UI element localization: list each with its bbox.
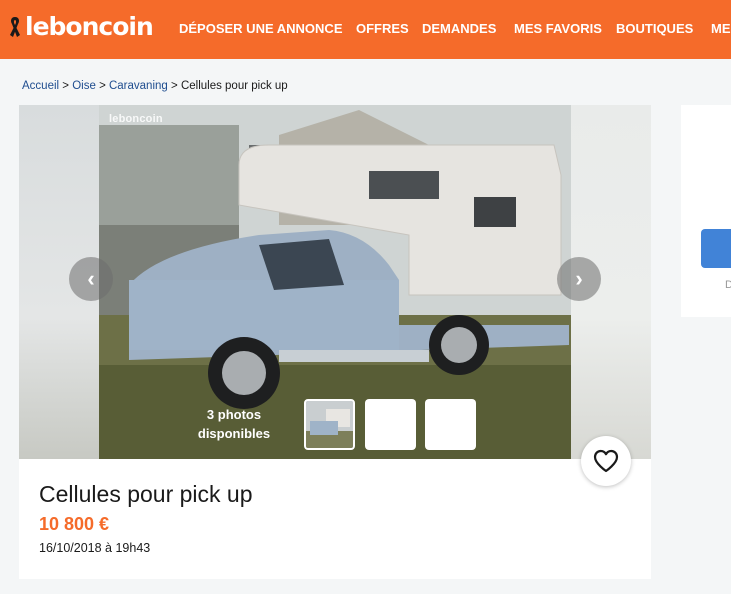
logo-text: leboncoin xyxy=(25,12,154,41)
leboncoin-logo[interactable]: leboncoin xyxy=(8,12,154,41)
chevron-right-icon: › xyxy=(575,266,583,291)
breadcrumb: Accueil > Oise > Caravaning > Cellules p… xyxy=(22,80,288,92)
breadcrumb-oise[interactable]: Oise xyxy=(72,80,96,92)
breadcrumb-separator: > xyxy=(99,80,106,92)
photo-watermark: leboncoin xyxy=(109,113,163,125)
nav-demandes[interactable]: DEMANDES xyxy=(422,21,496,36)
nav-boutiques[interactable]: BOUTIQUES xyxy=(616,21,693,36)
chevron-left-icon: ‹ xyxy=(87,266,95,291)
ad-date: 16/10/2018 à 19h43 xyxy=(39,541,151,555)
top-header: leboncoin DÉPOSER UNE ANNONCE OFFRES DEM… xyxy=(0,0,731,59)
nav-offres[interactable]: OFFRES xyxy=(356,21,409,36)
ad-price: 10 800 € xyxy=(39,514,110,534)
thumbnail-3[interactable] xyxy=(425,399,476,450)
sidebar-text: D xyxy=(725,279,731,291)
photos-count-line1: 3 photos xyxy=(206,407,262,422)
breadcrumb-caravaning[interactable]: Caravaning xyxy=(109,80,168,92)
heart-icon xyxy=(593,449,619,473)
breadcrumb-separator: > xyxy=(62,80,69,92)
ad-info-card: Cellules pour pick up 10 800 € 16/10/201… xyxy=(19,459,651,579)
breadcrumb-accueil[interactable]: Accueil xyxy=(22,80,59,92)
contact-button[interactable] xyxy=(701,229,731,268)
previous-photo-button[interactable]: ‹ xyxy=(69,257,113,301)
next-photo-button[interactable]: › xyxy=(557,257,601,301)
breadcrumb-current: Cellules pour pick up xyxy=(180,80,288,92)
photo-gallery: leboncoin ‹ › 3 photos disponibles xyxy=(19,105,651,459)
nav-deposer-annonce[interactable]: DÉPOSER UNE ANNONCE xyxy=(179,21,342,36)
ad-title: Cellules pour pick up xyxy=(39,481,253,507)
favorite-button[interactable] xyxy=(581,436,631,486)
nav-mes[interactable]: MES xyxy=(711,21,731,36)
breadcrumb-separator: > xyxy=(171,80,178,92)
contact-sidebar: D xyxy=(681,105,731,317)
photos-count-label: 3 photos disponibles xyxy=(189,405,279,443)
ribbon-icon xyxy=(10,17,20,37)
photos-count-line2: disponibles xyxy=(197,426,271,441)
thumbnail-photo xyxy=(306,401,353,448)
nav-mes-favoris[interactable]: MES FAVORIS xyxy=(514,21,602,36)
thumbnail-2[interactable] xyxy=(365,399,416,450)
thumbnail-1[interactable] xyxy=(304,399,355,450)
